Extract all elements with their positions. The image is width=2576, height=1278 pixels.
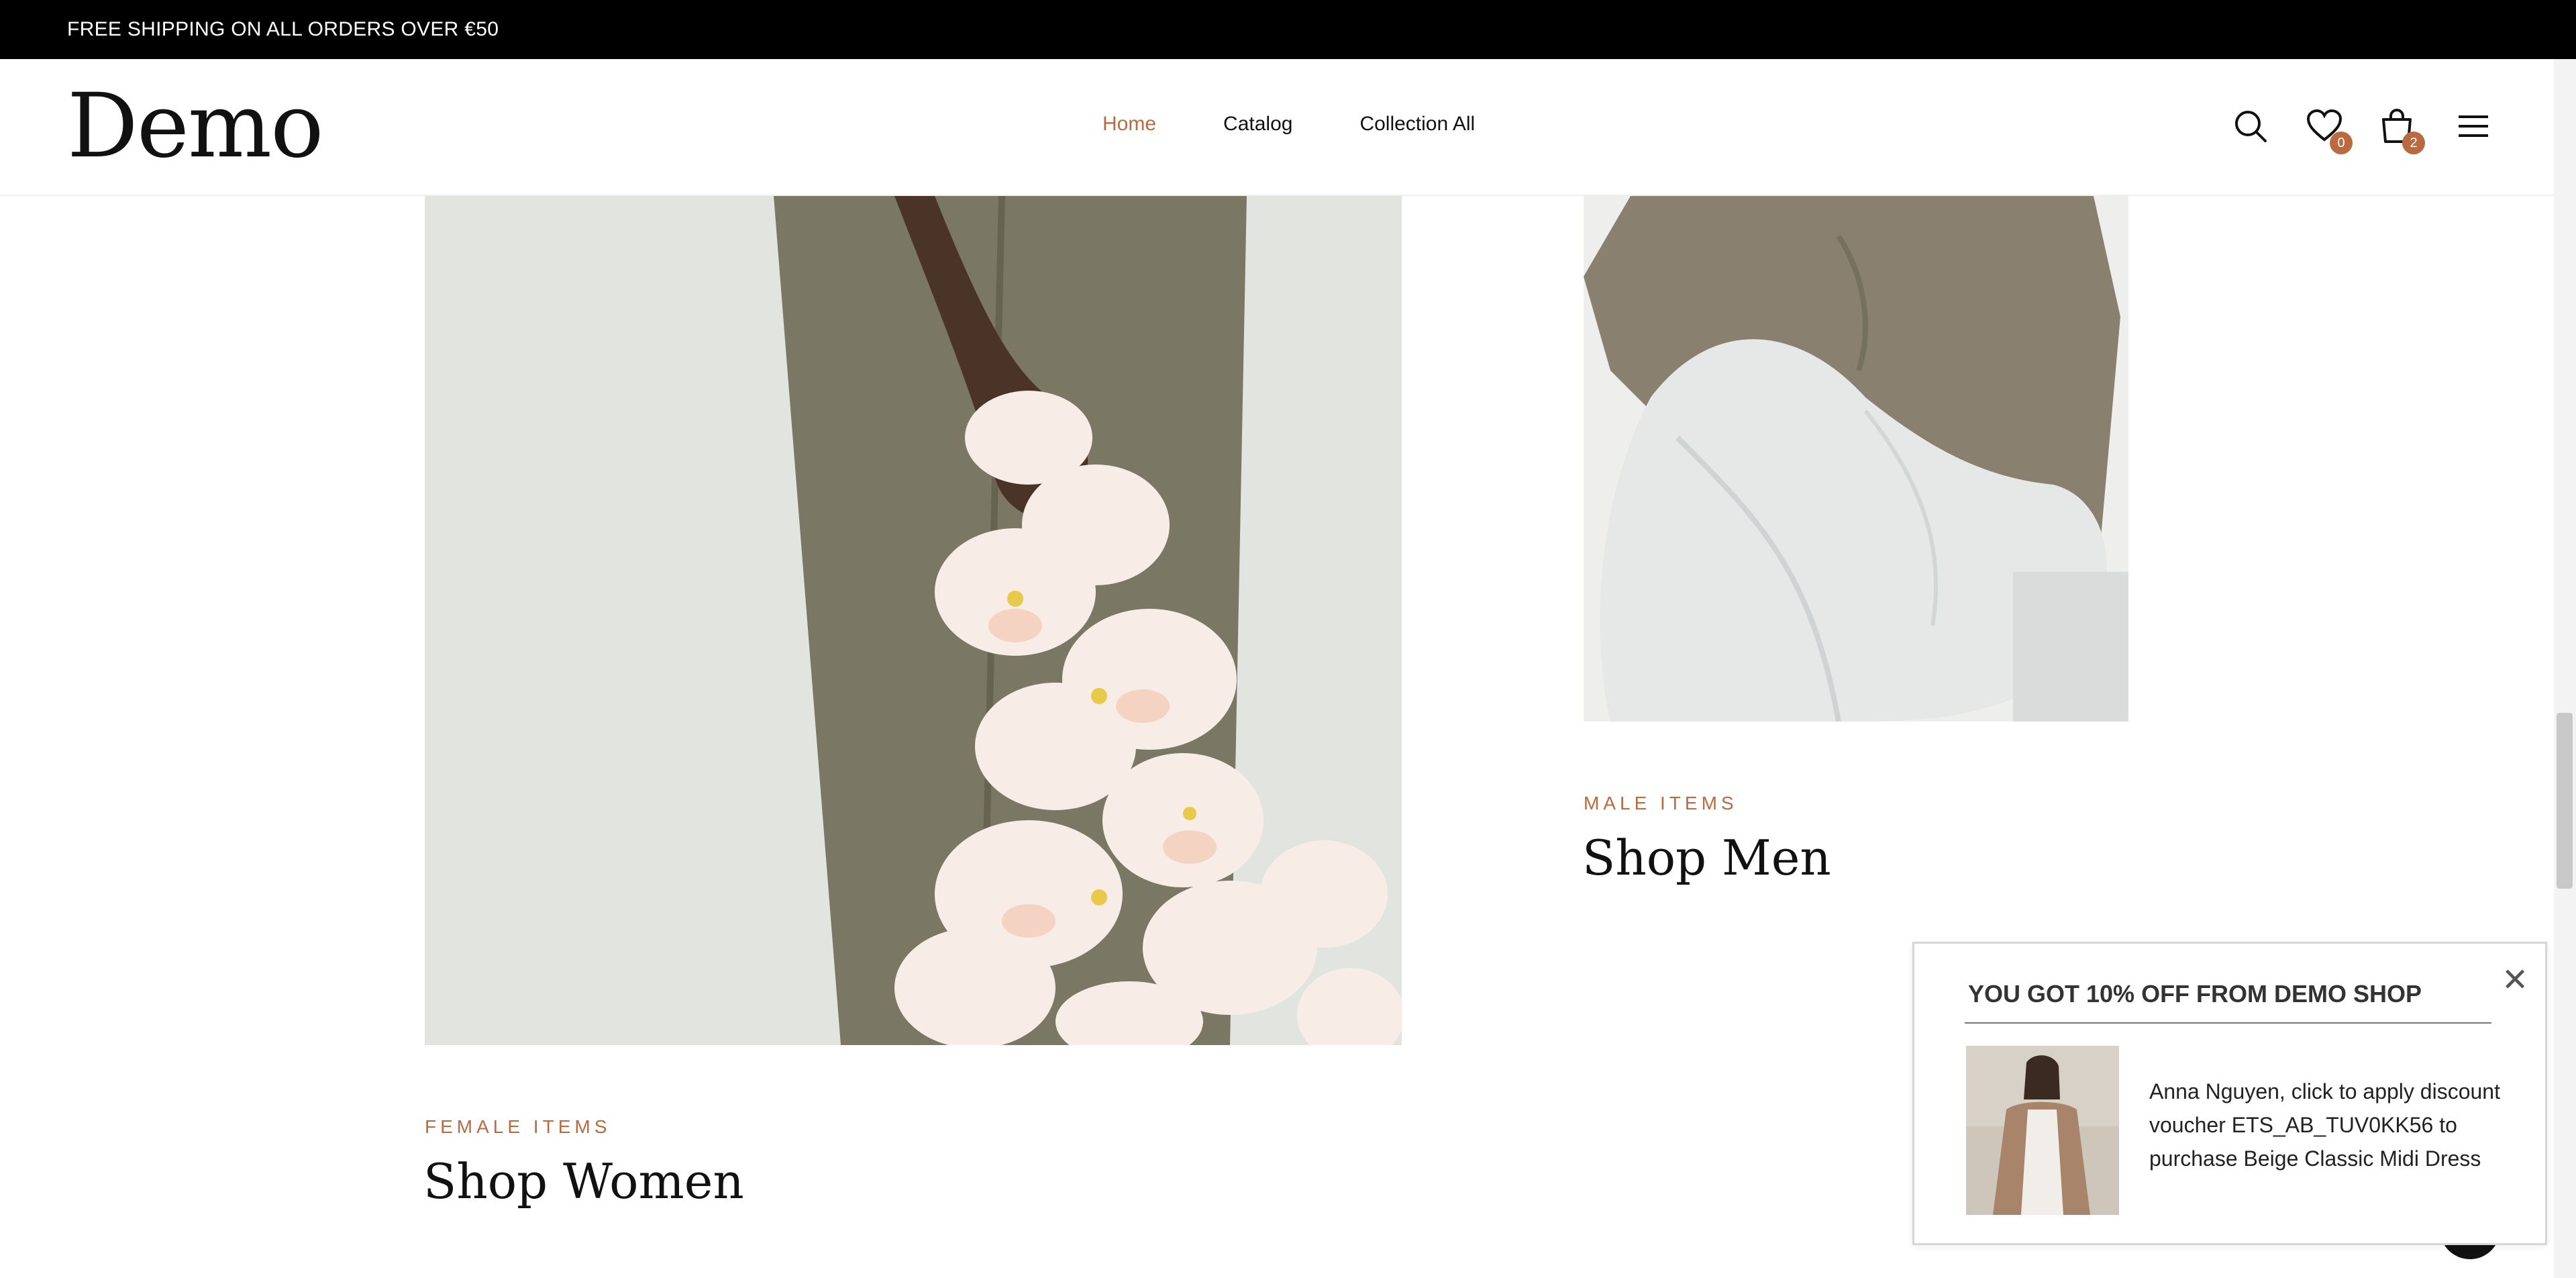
scrollbar-thumb[interactable] <box>2557 713 2573 889</box>
announcement-text: FREE SHIPPING ON ALL ORDERS OVER €50 <box>67 18 499 40</box>
search-icon[interactable] <box>2232 107 2269 145</box>
hamburger-menu-icon[interactable] <box>2455 107 2492 145</box>
men-category-title[interactable]: Shop Men <box>1582 830 1831 886</box>
nav-catalog[interactable]: Catalog <box>1223 113 1292 136</box>
women-category-image[interactable] <box>425 196 1402 1045</box>
site-logo[interactable]: Demo <box>67 79 324 173</box>
popup-divider <box>1965 1022 2491 1024</box>
announcement-bar: FREE SHIPPING ON ALL ORDERS OVER €50 <box>0 0 2576 59</box>
close-icon[interactable]: ✕ <box>2502 961 2528 999</box>
cart-button[interactable]: 2 <box>2378 107 2425 154</box>
men-category-eyebrow: MALE ITEMS <box>1584 793 1738 814</box>
popup-title: YOU GOT 10% OFF FROM DEMO SHOP <box>1968 980 2422 1007</box>
popup-message[interactable]: Anna Nguyen, click to apply discount vou… <box>2149 1075 2525 1175</box>
page-scrollbar[interactable] <box>2554 59 2576 1278</box>
men-category-image[interactable] <box>1584 196 2128 722</box>
main-nav: Home Catalog Collection All <box>1102 113 1542 136</box>
wishlist-button[interactable]: 0 <box>2306 107 2353 154</box>
nav-collection-all[interactable]: Collection All <box>1359 113 1475 136</box>
nav-home[interactable]: Home <box>1102 113 1156 136</box>
popup-product-thumbnail[interactable] <box>1966 1046 2119 1215</box>
site-header: Demo Home Catalog Collection All 0 2 <box>0 59 2554 196</box>
women-category-eyebrow: FEMALE ITEMS <box>425 1116 611 1137</box>
cart-count-badge: 2 <box>2402 132 2425 154</box>
women-category-title[interactable]: Shop Women <box>423 1153 744 1210</box>
discount-popup: YOU GOT 10% OFF FROM DEMO SHOP ✕ Anna Ng… <box>1912 942 2547 1245</box>
wishlist-count-badge: 0 <box>2330 132 2353 154</box>
